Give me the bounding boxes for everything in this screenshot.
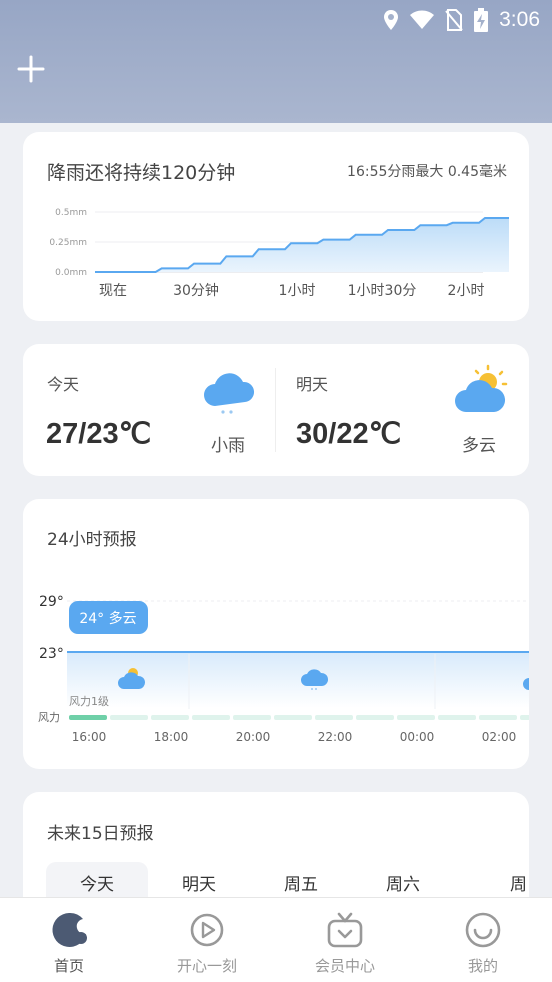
battery-charging-icon xyxy=(474,8,489,32)
wind-axis-label: 风力 xyxy=(38,711,60,724)
rain-y-tick: 0.0mm xyxy=(55,268,87,278)
15-day-title: 未来15日预报 xyxy=(47,824,154,844)
hourly-bubble: 24° 多云 xyxy=(79,610,136,627)
wind-bar xyxy=(438,715,476,720)
tab-label: 我的 xyxy=(467,957,498,975)
wind-bar xyxy=(315,715,353,720)
tomorrow-temp: 30/22℃ xyxy=(296,418,402,450)
tomorrow-label: 明天 xyxy=(296,375,329,394)
partly-cloudy-icon xyxy=(455,364,508,412)
no-sim-icon xyxy=(445,9,463,31)
tv-icon xyxy=(327,912,363,948)
rain-y-tick: 0.5mm xyxy=(55,208,87,218)
wind-bar xyxy=(274,715,312,720)
wind-bar xyxy=(233,715,271,720)
location-icon xyxy=(384,10,399,30)
temp-high-label: 29° xyxy=(39,594,64,610)
tab-label: 开心一刻 xyxy=(176,957,237,975)
header: 3:06 xyxy=(0,0,552,123)
tab-label: 会员中心 xyxy=(314,957,375,975)
rain-x-tick: 1小时30分 xyxy=(348,283,417,299)
tomorrow-condition: 多云 xyxy=(462,436,496,456)
home-icon xyxy=(52,912,87,947)
wind-bar xyxy=(192,715,230,720)
rain-peak-info: 16:55分雨最大 0.45毫米 xyxy=(347,164,507,180)
hour-tick: 00:00 xyxy=(400,730,435,744)
rain-x-tick: 现在 xyxy=(99,283,127,299)
today-label: 今天 xyxy=(47,375,80,394)
hour-tick: 20:00 xyxy=(236,730,271,744)
rain-x-tick: 2小时 xyxy=(448,283,485,299)
rain-x-tick: 1小时 xyxy=(279,283,316,299)
rain-y-tick: 0.25mm xyxy=(49,238,87,248)
wind-bar xyxy=(69,715,107,720)
today-summary[interactable]: 今天 27/23℃ 小雨 xyxy=(23,344,275,476)
tomorrow-summary[interactable]: 明天 30/22℃ 多云 xyxy=(276,344,529,476)
rain-chart: 0.5mm 0.25mm 0.0mm 现在 30分钟 1小时 1小时30分 2小… xyxy=(49,208,509,299)
rain-cloud-icon xyxy=(204,373,255,414)
wind-bars xyxy=(69,715,529,720)
hourly-title: 24小时预报 xyxy=(47,530,137,550)
hour-tick: 18:00 xyxy=(154,730,189,744)
today-condition: 小雨 xyxy=(211,436,245,456)
rain-forecast-card[interactable]: 降雨还将持续120分钟 16:55分雨最大 0.45毫米 0.5mm 0.25m… xyxy=(23,132,529,321)
status-bar: 3:06 xyxy=(383,6,540,34)
hourly-forecast-card[interactable]: 24小时预报 29° 23° 24° 多云 风力1级 风力 16:00 18:0… xyxy=(23,499,529,769)
wind-level-label: 风力1级 xyxy=(69,695,109,708)
rain-x-tick: 30分钟 xyxy=(173,282,219,299)
tab-home[interactable]: 首页 xyxy=(0,898,138,982)
wind-bar xyxy=(356,715,394,720)
tab-member-center[interactable]: 会员中心 xyxy=(276,898,414,982)
temp-low-label: 23° xyxy=(39,646,64,662)
hour-tick: 16:00 xyxy=(72,730,107,744)
today-temp: 27/23℃ xyxy=(46,418,152,450)
tab-label: 首页 xyxy=(53,957,84,975)
rain-title: 降雨还将持续120分钟 xyxy=(47,162,236,184)
smile-icon xyxy=(465,912,501,948)
hour-tick: 22:00 xyxy=(318,730,353,744)
hourly-chart[interactable]: 29° 23° 24° 多云 风力1级 风力 16:00 18:00 20:00… xyxy=(23,579,529,754)
wind-bar xyxy=(479,715,517,720)
wind-bar xyxy=(151,715,189,720)
wind-bar xyxy=(397,715,435,720)
add-city-icon[interactable] xyxy=(16,54,46,84)
status-time: 3:06 xyxy=(499,8,540,31)
bottom-tab-bar: 首页 开心一刻 会员中心 我的 xyxy=(0,897,552,982)
hour-tick: 02:00 xyxy=(482,730,517,744)
video-icon xyxy=(190,913,224,947)
wifi-icon xyxy=(410,10,435,29)
tab-happy-moment[interactable]: 开心一刻 xyxy=(138,898,276,982)
daily-summary-card[interactable]: 今天 27/23℃ 小雨 明天 30/22℃ 多云 xyxy=(23,344,529,476)
wind-bar xyxy=(110,715,148,720)
tab-mine[interactable]: 我的 xyxy=(414,898,552,982)
wind-bar xyxy=(520,715,529,720)
